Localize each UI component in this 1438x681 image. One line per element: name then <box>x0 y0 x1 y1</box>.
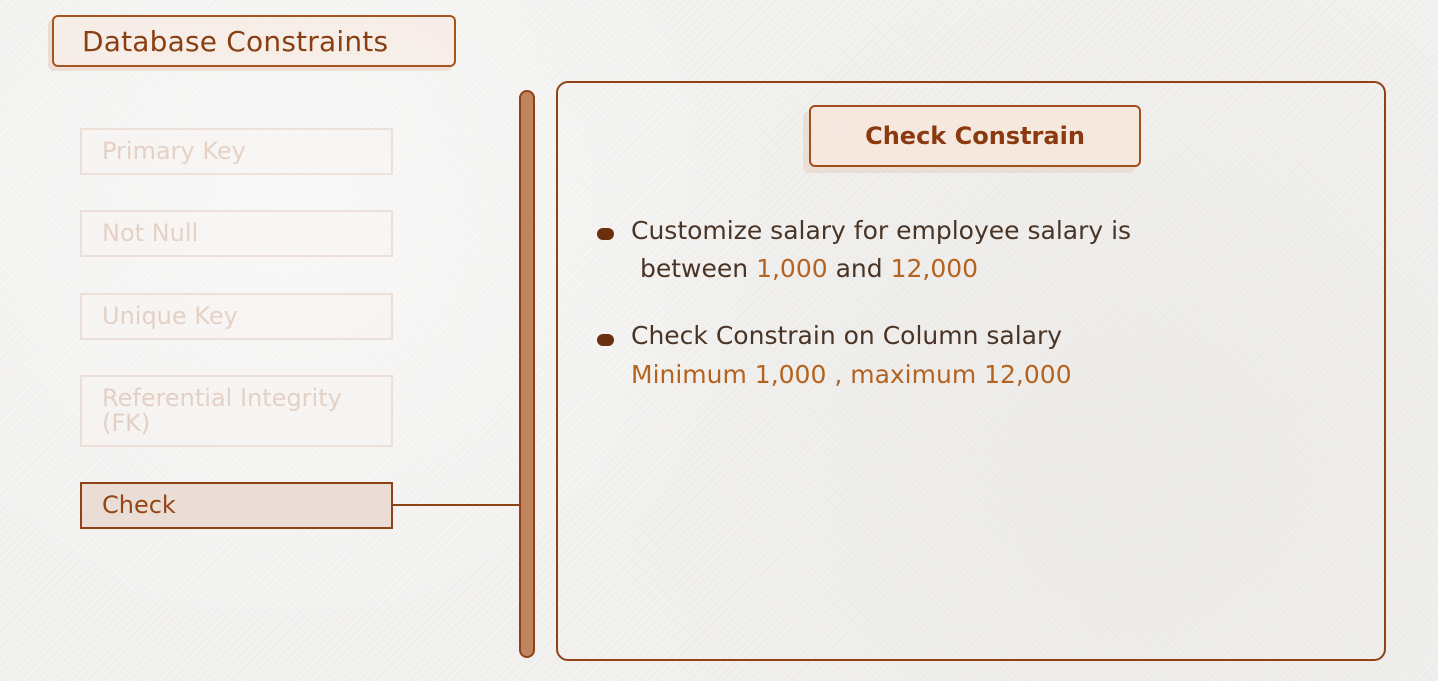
sidebar-item-label: Unique Key <box>102 301 238 330</box>
sidebar-item-label-line1: Referential Integrity <box>102 383 342 412</box>
sidebar-item-label: Primary Key <box>102 136 246 165</box>
bullet-2-line-1: Check Constrain on Column salary <box>631 321 1063 350</box>
divider-bar <box>519 90 535 658</box>
sidebar-item-not-null[interactable]: Not Null <box>80 210 393 257</box>
bullet-2-line-2: Minimum 1,000 , maximum 12,000 <box>631 360 1072 389</box>
sidebar-item-label-line2: (FK) <box>102 409 151 437</box>
sidebar-item-referential-integrity[interactable]: Referential Integrity (FK) <box>80 375 393 447</box>
sidebar-item-label: Check <box>102 490 176 519</box>
sidebar-item-check[interactable]: Check <box>80 482 393 529</box>
bullet-1-prefix: between <box>640 254 757 283</box>
connector-line <box>393 504 521 506</box>
sidebar-item-primary-key[interactable]: Primary Key <box>80 128 393 175</box>
bullet-1-line-2: between 1,000 and 12,000 <box>640 254 978 283</box>
bullet-icon <box>597 334 614 346</box>
page-title-box: Database Constraints <box>52 15 456 67</box>
salary-min-value: 1,000 <box>756 254 828 283</box>
salary-max-value: 12,000 <box>890 254 979 283</box>
bullet-1-mid: and <box>827 254 891 283</box>
page-title: Database Constraints <box>82 24 389 58</box>
sidebar-item-unique-key[interactable]: Unique Key <box>80 293 393 340</box>
bullet-1-line-1: Customize salary for employee salary is <box>631 216 1132 245</box>
sidebar-item-label: Not Null <box>102 218 199 247</box>
panel-title-text: Check Constrain <box>865 122 1085 150</box>
bullet-icon <box>597 228 614 240</box>
panel-title: Check Constrain <box>809 105 1141 167</box>
